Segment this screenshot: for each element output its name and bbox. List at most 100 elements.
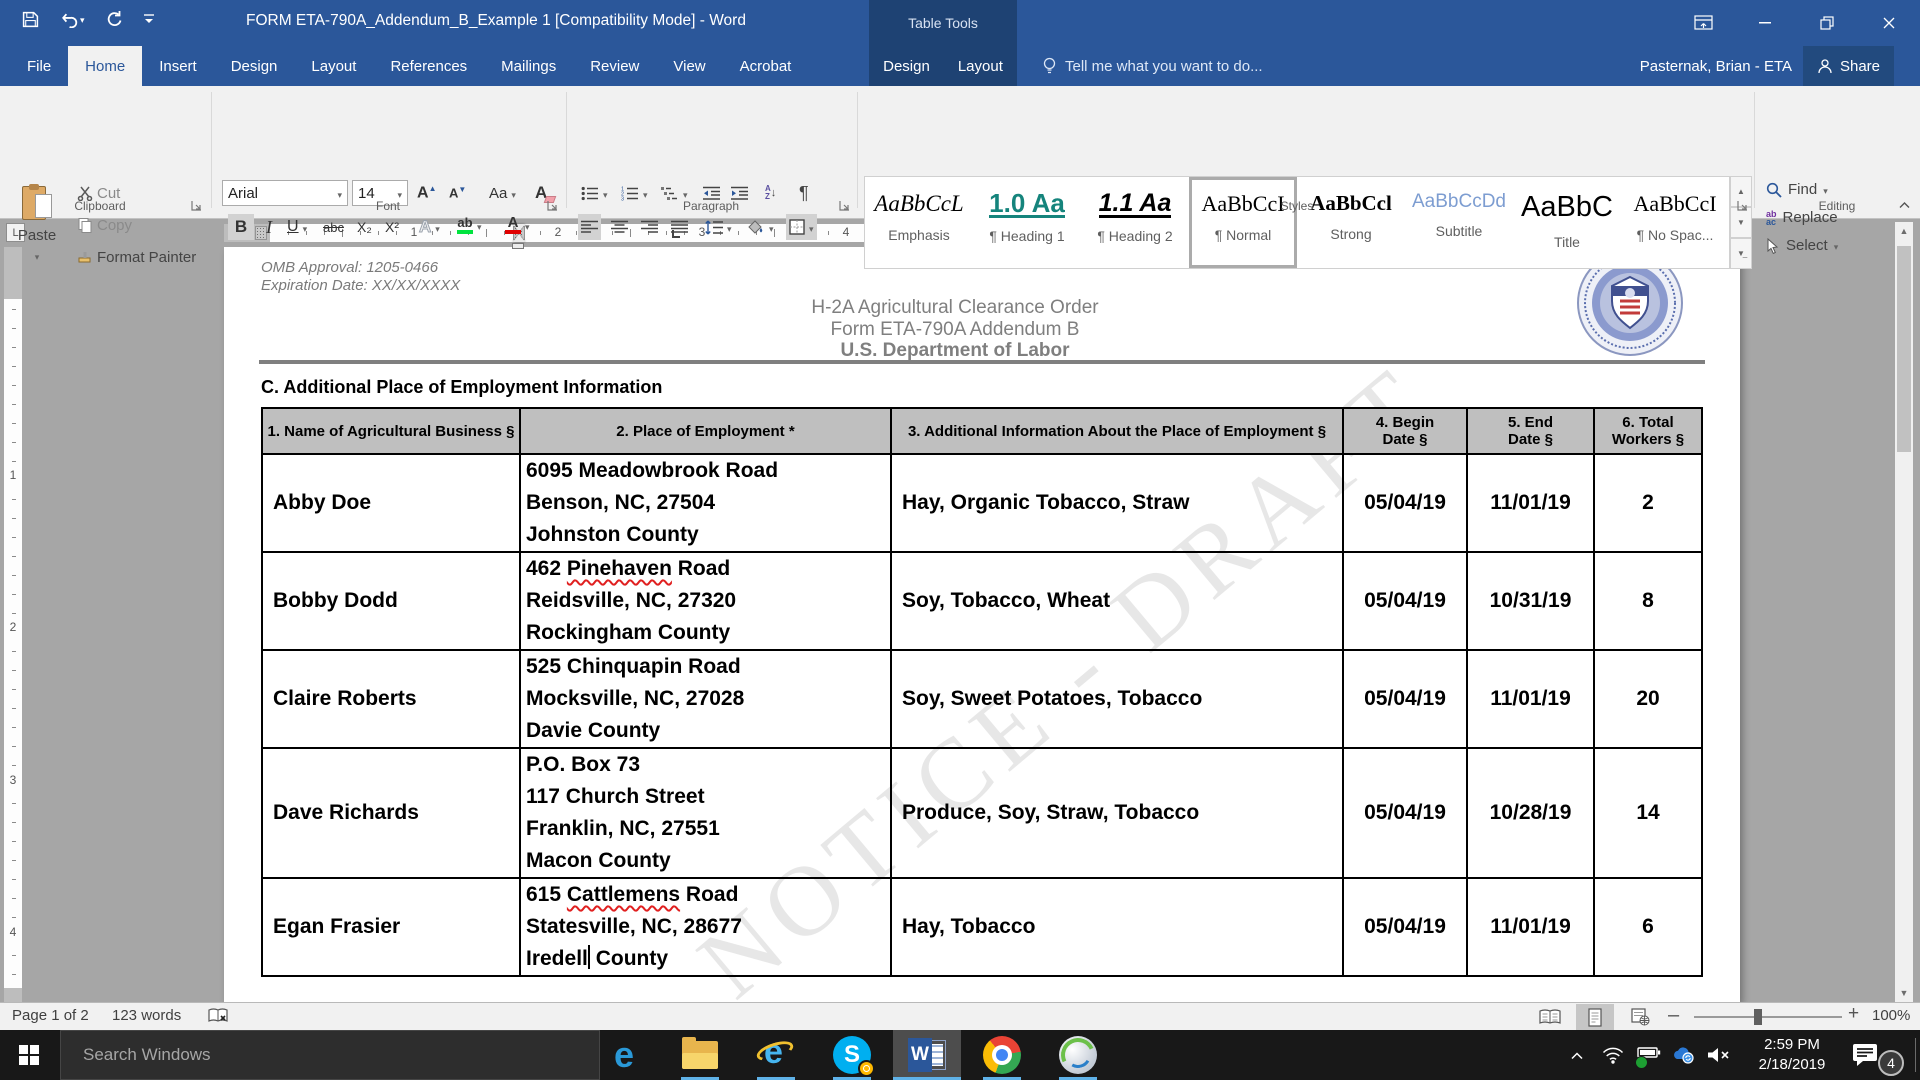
cell-business-name[interactable]: Claire Roberts (262, 650, 520, 748)
highlight-color-button[interactable]: ab (454, 212, 485, 238)
cell-end-date[interactable]: 10/28/19 (1467, 748, 1594, 878)
style-strong[interactable]: AaBbCclStrong (1297, 177, 1405, 268)
show-paragraph-marks-button[interactable]: ¶ (796, 180, 812, 206)
style-heading-1[interactable]: 1.0 Aa¶ Heading 1 (973, 177, 1081, 268)
font-dialog-launcher[interactable] (546, 199, 559, 212)
ribbon-display-options-button[interactable] (1672, 0, 1734, 46)
table-row[interactable]: Claire Roberts525 Chinquapin RoadMocksvi… (262, 650, 1702, 748)
word-count[interactable]: 123 words (112, 1007, 181, 1024)
underline-button[interactable]: U (284, 214, 310, 240)
search-input[interactable]: Search Windows (60, 1030, 600, 1080)
cell-business-name[interactable]: Bobby Dodd (262, 552, 520, 650)
bold-button[interactable]: B (228, 214, 254, 240)
web-layout-button[interactable] (1621, 1004, 1659, 1030)
taskbar-cisco-anyconnect-button[interactable] (1054, 1030, 1102, 1080)
undo-button[interactable] (59, 10, 85, 28)
cell-additional-info[interactable]: Hay, Organic Tobacco, Straw (891, 454, 1343, 552)
cell-end-date[interactable]: 10/31/19 (1467, 552, 1594, 650)
taskbar-file-explorer-button[interactable] (676, 1030, 724, 1080)
style-emphasis[interactable]: AaBbCcLEmphasis (865, 177, 973, 268)
taskbar-edge-button[interactable]: e (600, 1030, 648, 1080)
zoom-in-button[interactable]: + (1848, 1003, 1859, 1025)
restore-button[interactable] (1796, 0, 1858, 46)
align-center-button[interactable] (608, 214, 631, 240)
borders-button[interactable] (786, 214, 817, 240)
proofing-errors-icon[interactable] (208, 1008, 228, 1029)
cell-end-date[interactable]: 11/01/19 (1467, 650, 1594, 748)
table-row[interactable]: Dave RichardsP.O. Box 73117 Church Stree… (262, 748, 1702, 878)
scroll-down-button[interactable]: ▼ (1895, 984, 1913, 1002)
print-layout-button[interactable] (1576, 1004, 1614, 1030)
show-desktop-button[interactable] (1915, 1038, 1916, 1072)
cell-additional-info[interactable]: Soy, Tobacco, Wheat (891, 552, 1343, 650)
font-family-select[interactable]: Arial (222, 180, 348, 206)
contextual-tab-layout[interactable]: Layout (944, 46, 1017, 86)
cell-total-workers[interactable]: 14 (1594, 748, 1702, 878)
cell-place-of-employment[interactable]: 525 Chinquapin RoadMocksville, NC, 27028… (520, 650, 891, 748)
cell-end-date[interactable]: 11/01/19 (1467, 454, 1594, 552)
read-mode-button[interactable] (1531, 1004, 1569, 1030)
scroll-up-button[interactable]: ▲ (1895, 222, 1913, 240)
tab-design[interactable]: Design (214, 46, 295, 86)
tab-file[interactable]: File (10, 46, 68, 86)
cell-end-date[interactable]: 11/01/19 (1467, 878, 1594, 976)
employment-table[interactable]: 1. Name of Agricultural Business §2. Pla… (261, 407, 1703, 977)
select-button[interactable]: Select (1766, 237, 1838, 254)
zoom-slider-thumb[interactable] (1754, 1009, 1762, 1025)
table-row[interactable]: Abby Doe6095 Meadowbrook RoadBenson, NC,… (262, 454, 1702, 552)
tray-volume-button[interactable] (1702, 1030, 1736, 1080)
left-indent-marker[interactable] (512, 243, 524, 249)
cell-place-of-employment[interactable]: 615 Cattlemens RoadStatesville, NC, 2867… (520, 878, 891, 976)
collapse-ribbon-button[interactable] (1899, 200, 1910, 212)
close-button[interactable] (1858, 0, 1920, 46)
change-case-button[interactable]: Aa (486, 180, 519, 206)
share-button[interactable]: Share (1803, 46, 1894, 86)
cell-begin-date[interactable]: 05/04/19 (1343, 552, 1467, 650)
zoom-level[interactable]: 100% (1872, 1007, 1910, 1024)
redo-button[interactable] (105, 10, 123, 28)
justify-button[interactable] (668, 214, 691, 240)
vertical-scrollbar[interactable]: ▲ ▼ (1895, 222, 1913, 1002)
tab-view[interactable]: View (656, 46, 722, 86)
cell-additional-info[interactable]: Produce, Soy, Straw, Tobacco (891, 748, 1343, 878)
action-center-button[interactable] (1848, 1030, 1882, 1080)
copy-button[interactable]: Copy (74, 212, 135, 238)
paragraph-dialog-launcher[interactable] (838, 199, 851, 212)
customize-qat-button[interactable] (143, 12, 155, 26)
styles-dialog-launcher[interactable] (1736, 199, 1749, 212)
styles-more-button[interactable]: ▼̲ (1730, 238, 1752, 269)
cell-begin-date[interactable]: 05/04/19 (1343, 878, 1467, 976)
style-heading-2[interactable]: 1.1 Aa¶ Heading 2 (1081, 177, 1189, 268)
cell-place-of-employment[interactable]: 6095 Meadowbrook RoadBenson, NC, 27504Jo… (520, 454, 891, 552)
style-no-spac[interactable]: AaBbCcI¶ No Spac... (1621, 177, 1729, 268)
bullets-button[interactable] (578, 180, 611, 206)
format-painter-button[interactable]: Format Painter (74, 244, 199, 270)
tab-review[interactable]: Review (573, 46, 656, 86)
cell-total-workers[interactable]: 8 (1594, 552, 1702, 650)
cell-total-workers[interactable]: 6 (1594, 878, 1702, 976)
taskbar-skype-button[interactable]: S (828, 1030, 876, 1080)
clipboard-dialog-launcher[interactable] (190, 199, 203, 212)
cell-begin-date[interactable]: 05/04/19 (1343, 748, 1467, 878)
line-spacing-button[interactable] (702, 214, 735, 240)
taskbar-chrome-button[interactable] (978, 1030, 1026, 1080)
zoom-slider-track[interactable] (1694, 1016, 1842, 1018)
style-subtitle[interactable]: AaBbCcDdSubtitle (1405, 177, 1513, 268)
cell-total-workers[interactable]: 20 (1594, 650, 1702, 748)
shrink-font-button[interactable]: A▼ (446, 180, 469, 206)
tab-home[interactable]: Home (68, 46, 142, 86)
tray-onedrive-button[interactable] (1668, 1030, 1700, 1080)
tab-layout[interactable]: Layout (294, 46, 373, 86)
italic-button[interactable]: I (258, 214, 280, 240)
document-page[interactable]: NOTICE - DRAFT OMB Approval: 1205-0466 E… (224, 247, 1740, 1002)
align-left-button[interactable] (578, 214, 601, 240)
cell-begin-date[interactable]: 05/04/19 (1343, 650, 1467, 748)
page-indicator[interactable]: Page 1 of 2 (12, 1007, 89, 1024)
scrollbar-thumb[interactable] (1897, 246, 1911, 452)
tray-wifi-button[interactable] (1598, 1030, 1628, 1080)
cell-total-workers[interactable]: 2 (1594, 454, 1702, 552)
zoom-out-button[interactable]: – (1668, 1004, 1679, 1027)
tab-references[interactable]: References (373, 46, 484, 86)
tab-mailings[interactable]: Mailings (484, 46, 573, 86)
find-button[interactable]: Find (1766, 181, 1828, 198)
